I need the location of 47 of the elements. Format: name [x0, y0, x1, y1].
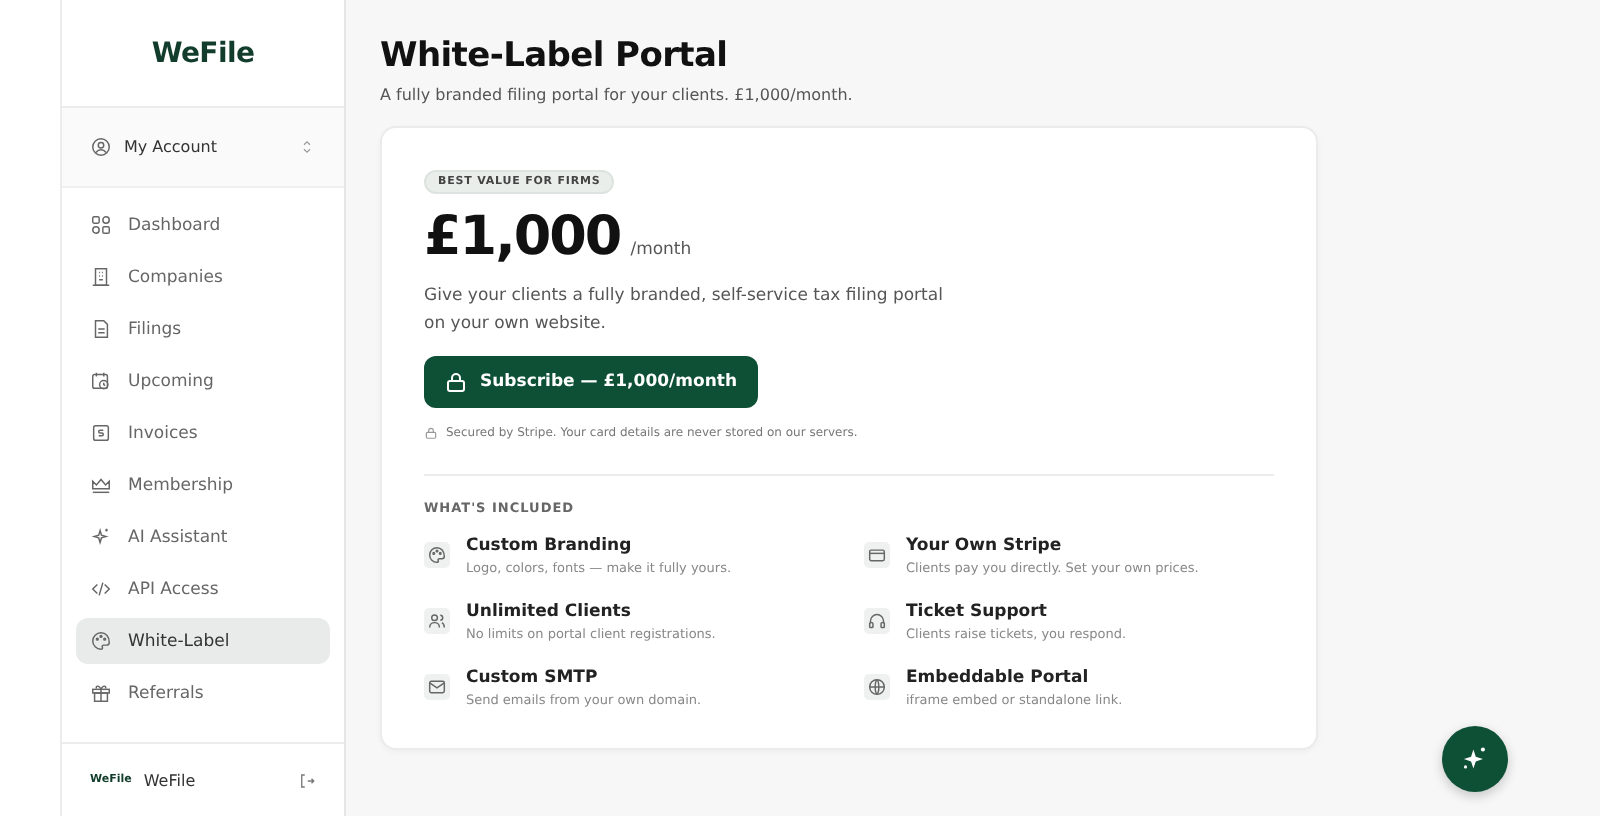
nav-item[interactable]: AI Assistant	[76, 514, 330, 560]
nav-icon	[90, 630, 112, 652]
page-subtitle: A fully branded filing portal for your clients. £1,000/month.	[380, 86, 853, 104]
feature-icon	[864, 542, 890, 569]
nav-icon	[90, 422, 112, 444]
nav-icon	[90, 578, 112, 600]
feature-icon	[424, 674, 450, 701]
page-title: White-Label Portal	[380, 36, 728, 76]
lock-icon	[424, 426, 438, 441]
nav-icon	[90, 266, 112, 288]
feature-title: Unlimited Clients	[466, 602, 633, 623]
feature-icon	[424, 542, 450, 569]
nav-item[interactable]: Referrals	[76, 670, 330, 716]
nav-item[interactable]: White-Label	[76, 618, 330, 664]
logout-icon[interactable]	[298, 771, 316, 789]
logo[interactable]: WeFile	[151, 37, 255, 69]
nav-item[interactable]: Companies	[76, 254, 330, 300]
nav-icon	[90, 474, 112, 496]
nav-icon	[90, 370, 112, 392]
feature-title: Your Own Stripe	[906, 536, 1064, 557]
chevron-icon	[298, 138, 316, 156]
account-selector[interactable]: My Account	[62, 108, 344, 188]
nav-item[interactable]: Upcoming	[76, 358, 330, 404]
nav-item[interactable]: Dashboard	[76, 202, 330, 248]
price-period: /month	[630, 240, 692, 260]
lock-icon	[444, 370, 468, 395]
subscribe-button[interactable]: Subscribe — £1,000/month	[424, 356, 757, 409]
nav-item[interactable]: Membership	[76, 462, 330, 508]
nav-icon	[90, 526, 112, 548]
feature-title: Ticket Support	[906, 602, 1049, 623]
user-icon	[90, 136, 112, 158]
nav-item[interactable]: Filings	[76, 306, 330, 352]
feature-icon	[424, 608, 450, 635]
feature-icon	[864, 608, 890, 635]
price: £1,000	[424, 206, 621, 268]
feature-title: Embeddable Portal	[906, 668, 1091, 689]
nav-item[interactable]: API Access	[76, 566, 330, 612]
nav-icon	[90, 318, 112, 340]
feature-icon	[864, 674, 890, 701]
nav-icon	[90, 214, 112, 236]
feature-title: Custom SMTP	[466, 668, 600, 689]
user-name: WeFile	[143, 771, 198, 789]
plan-description: Give your clients a fully branded, self-service tax filing portal on your own website.	[424, 284, 944, 338]
ai-assistant-button[interactable]	[1442, 726, 1508, 792]
nav-item[interactable]: Invoices	[76, 410, 330, 456]
nav-icon	[90, 682, 112, 704]
feature-title: Custom Branding	[466, 536, 634, 557]
